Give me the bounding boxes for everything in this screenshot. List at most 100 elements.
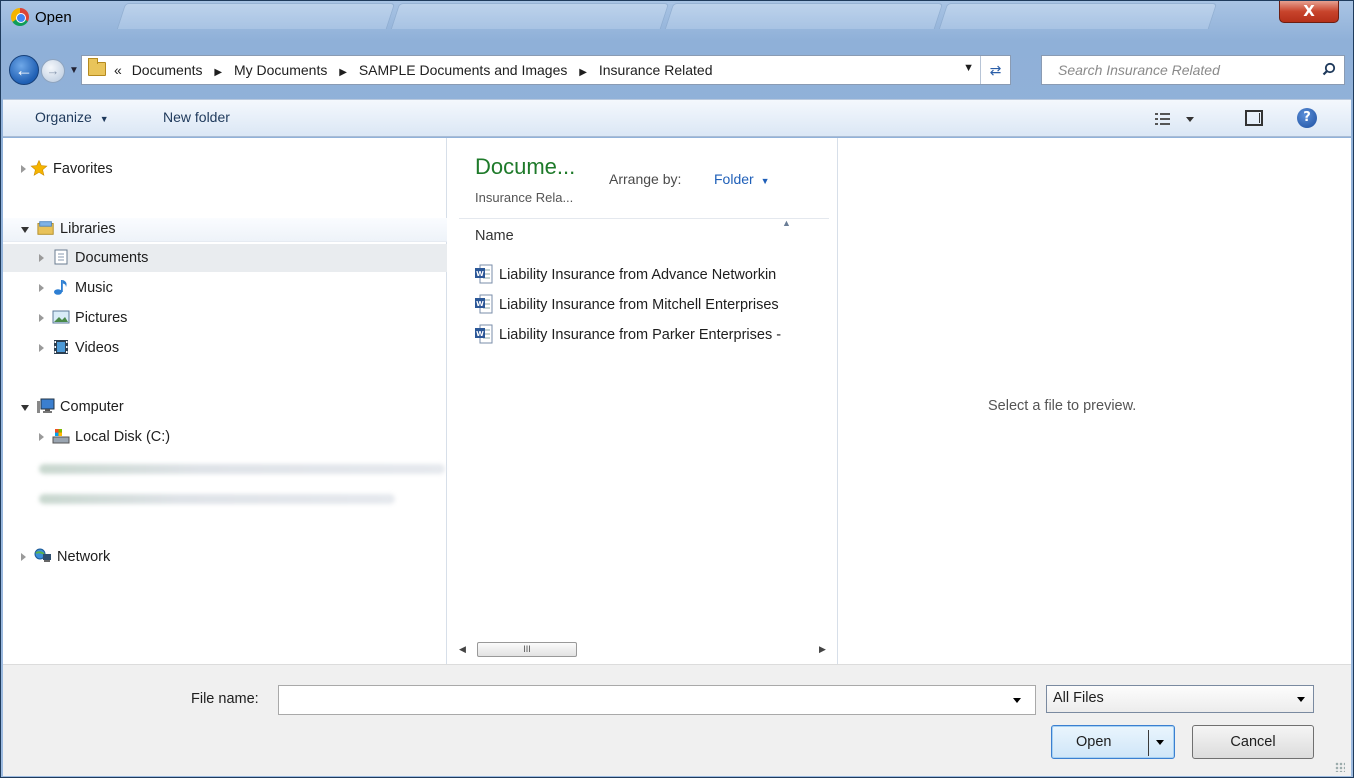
collapse-arrow-icon[interactable] <box>21 405 29 411</box>
nav-item-local-disk[interactable]: Local Disk (C:) <box>39 428 170 445</box>
file-name: Liability Insurance from Parker Enterpri… <box>499 327 782 343</box>
file-list-pane[interactable]: Docume... Insurance Rela... Arrange by: … <box>449 138 835 664</box>
expand-arrow-icon[interactable] <box>39 254 44 262</box>
nav-label: Pictures <box>75 310 128 326</box>
svg-text:W: W <box>476 270 484 278</box>
scroll-left-icon[interactable]: ◀ <box>459 644 466 655</box>
navigation-row: ← → ▼ « Documents ▶ My Documents ▶ SAMPL… <box>9 53 1345 87</box>
address-bar[interactable]: « Documents ▶ My Documents ▶ SAMPLE Docu… <box>81 55 1011 85</box>
history-dropdown-icon[interactable]: ▼ <box>69 65 79 76</box>
chevron-down-icon: ▼ <box>760 176 770 186</box>
organize-button[interactable]: Organize ▼ <box>35 109 109 125</box>
search-box[interactable] <box>1041 55 1345 85</box>
videos-icon <box>54 340 69 354</box>
expand-arrow-icon[interactable] <box>39 344 44 352</box>
library-title: Docume... <box>475 154 576 179</box>
local-disk-icon <box>52 429 70 444</box>
word-document-icon: W <box>475 294 493 314</box>
file-name-dropdown-icon[interactable] <box>1013 698 1021 703</box>
breadcrumb-separator-icon[interactable]: ▶ <box>339 67 347 78</box>
cancel-button[interactable]: Cancel <box>1192 725 1314 759</box>
navigation-pane[interactable]: Favorites Libraries Documents Music Pict… <box>3 138 447 664</box>
redacted-network-drive[interactable] <box>39 494 395 504</box>
breadcrumb-separator-icon[interactable]: ▶ <box>214 67 222 78</box>
collapse-arrow-icon[interactable] <box>21 227 29 233</box>
breadcrumb-documents[interactable]: Documents <box>132 62 203 78</box>
search-icon[interactable] <box>1322 62 1336 76</box>
arrange-by-dropdown[interactable]: Folder ▼ <box>714 171 770 187</box>
redacted-network-drive[interactable] <box>39 464 445 474</box>
forward-button[interactable]: → <box>41 59 65 83</box>
expand-arrow-icon[interactable] <box>21 553 26 561</box>
address-dropdown-icon[interactable]: ▼ <box>963 62 974 74</box>
expand-arrow-icon[interactable] <box>39 433 44 441</box>
title-bar: Open X <box>1 1 1353 37</box>
music-icon <box>54 280 67 295</box>
arrange-by-label: Arrange by: <box>609 171 682 187</box>
breadcrumb-sample-documents[interactable]: SAMPLE Documents and Images <box>359 62 568 78</box>
nav-label: Network <box>57 549 111 565</box>
help-icon[interactable]: ? <box>1297 108 1317 128</box>
close-button[interactable]: X <box>1279 1 1339 23</box>
breadcrumb-insurance-related[interactable]: Insurance Related <box>599 62 713 78</box>
expand-arrow-icon[interactable] <box>21 165 26 173</box>
column-header-divider <box>459 218 829 219</box>
back-button[interactable]: ← <box>9 55 39 85</box>
documents-icon <box>54 249 68 265</box>
split-divider <box>1148 730 1149 756</box>
word-document-icon: W <box>475 324 493 344</box>
svg-text:W: W <box>476 330 484 338</box>
pictures-icon <box>52 310 70 324</box>
nav-item-documents[interactable]: Documents <box>39 249 148 266</box>
column-header-name[interactable]: Name <box>475 228 514 244</box>
nav-label: Computer <box>60 399 124 415</box>
scrollbar-thumb[interactable]: III <box>477 642 577 657</box>
library-subtitle: Insurance Rela... <box>475 190 574 205</box>
nav-label: Documents <box>75 250 149 266</box>
nav-item-libraries[interactable]: Libraries <box>21 220 116 237</box>
content-area: Favorites Libraries Documents Music Pict… <box>3 138 1351 664</box>
file-row[interactable]: W Liability Insurance from Advance Networ… <box>475 264 835 284</box>
file-type-select[interactable]: All Files <box>1046 685 1314 713</box>
horizontal-scrollbar[interactable]: ◀ III ▶ <box>453 640 831 660</box>
file-name-label: File name: <box>191 691 259 707</box>
breadcrumb-my-documents[interactable]: My Documents <box>234 62 327 78</box>
nav-item-pictures[interactable]: Pictures <box>39 309 127 326</box>
search-input[interactable] <box>1056 61 1306 79</box>
expand-arrow-icon[interactable] <box>39 314 44 322</box>
new-folder-button[interactable]: New folder <box>163 109 230 125</box>
nav-item-videos[interactable]: Videos <box>39 339 119 356</box>
dialog-footer: File name: All Files Open Cancel <box>3 664 1351 776</box>
folder-icon <box>88 58 106 76</box>
nav-label: Local Disk (C:) <box>75 429 171 445</box>
nav-item-network[interactable]: Network <box>21 548 110 565</box>
chrome-icon <box>11 8 29 26</box>
nav-item-favorites[interactable]: Favorites <box>21 160 113 177</box>
nav-label: Music <box>75 280 113 296</box>
view-options-icon[interactable] <box>1153 110 1197 128</box>
file-row[interactable]: W Liability Insurance from Parker Enterpr… <box>475 324 835 344</box>
preview-pane-icon[interactable] <box>1245 110 1263 126</box>
word-document-icon: W <box>475 264 493 284</box>
open-button[interactable]: Open <box>1051 725 1175 759</box>
resize-grip-icon[interactable] <box>1335 762 1345 772</box>
svg-text:W: W <box>476 300 484 308</box>
network-icon <box>34 548 52 562</box>
nav-label: Videos <box>75 340 120 356</box>
file-name-input[interactable] <box>278 685 1036 715</box>
chevron-down-icon: ▼ <box>99 114 109 124</box>
nav-item-computer[interactable]: Computer <box>21 398 124 415</box>
preview-message: Select a file to preview. <box>988 398 1137 414</box>
scroll-right-icon[interactable]: ▶ <box>819 644 826 655</box>
refresh-button[interactable]: ⇄ <box>980 56 1010 84</box>
nav-label: Libraries <box>60 221 116 237</box>
breadcrumb-overflow[interactable]: « <box>114 62 122 78</box>
nav-item-music[interactable]: Music <box>39 279 113 296</box>
file-row[interactable]: W Liability Insurance from Mitchell Enter… <box>475 294 835 314</box>
breadcrumb: « Documents ▶ My Documents ▶ SAMPLE Docu… <box>114 62 713 78</box>
breadcrumb-separator-icon[interactable]: ▶ <box>579 67 587 78</box>
libraries-icon <box>37 221 54 235</box>
command-toolbar: Organize ▼ New folder ? <box>3 99 1351 137</box>
open-options-dropdown-icon[interactable] <box>1156 740 1164 745</box>
expand-arrow-icon[interactable] <box>39 284 44 292</box>
